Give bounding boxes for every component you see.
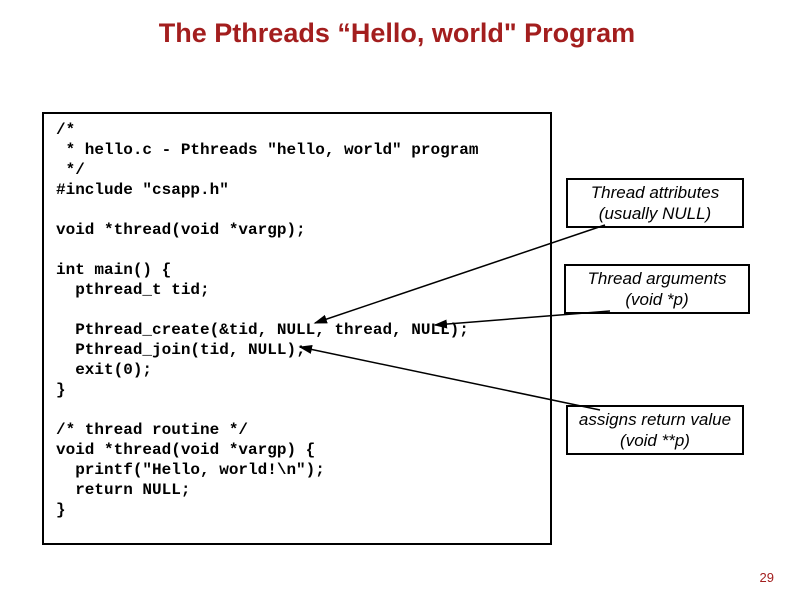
note-line: Thread arguments [570, 268, 744, 289]
code-listing: /* * hello.c - Pthreads "hello, world" p… [42, 112, 552, 545]
note-thread-arguments: Thread arguments (void *p) [564, 264, 750, 314]
note-thread-attributes: Thread attributes (usually NULL) [566, 178, 744, 228]
note-line: (void **p) [572, 430, 738, 451]
page-title: The Pthreads “Hello, world" Program [0, 18, 794, 49]
note-line: (void *p) [570, 289, 744, 310]
note-line: Thread attributes [572, 182, 738, 203]
page-number: 29 [760, 570, 774, 585]
note-line: assigns return value [572, 409, 738, 430]
note-line: (usually NULL) [572, 203, 738, 224]
note-return-value: assigns return value (void **p) [566, 405, 744, 455]
